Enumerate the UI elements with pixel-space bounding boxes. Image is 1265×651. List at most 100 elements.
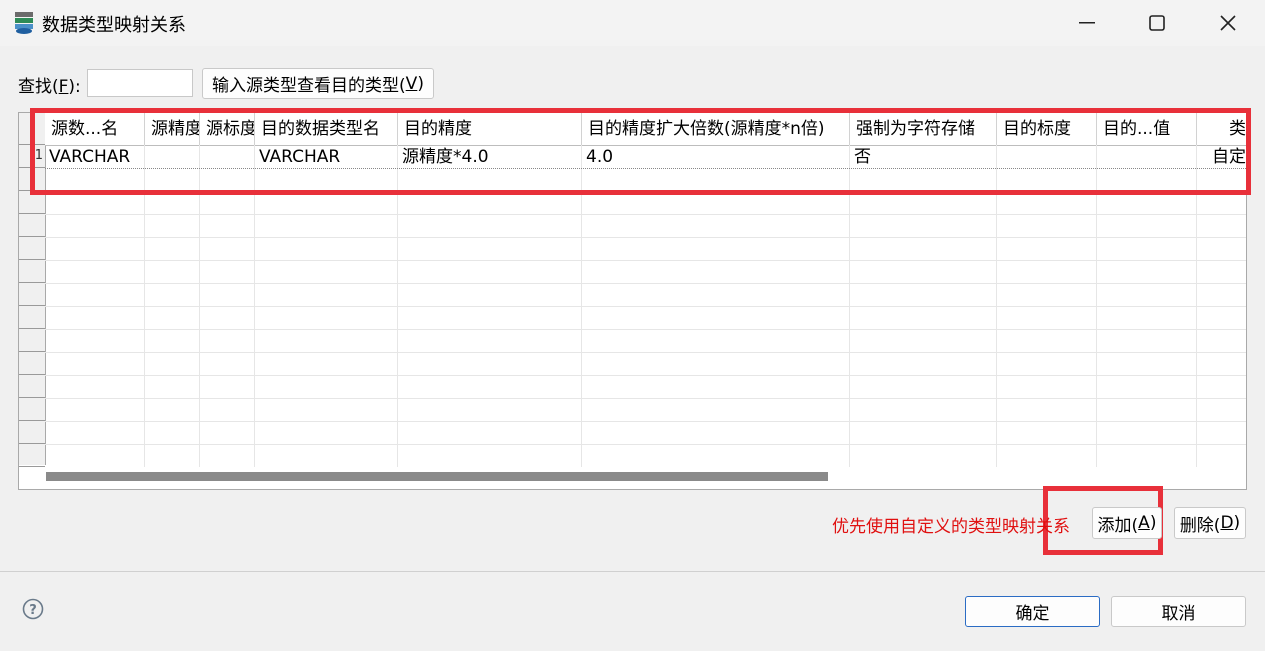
table-cell[interactable] — [255, 352, 398, 375]
table-cell[interactable] — [582, 306, 850, 329]
table-cell[interactable] — [45, 237, 145, 260]
table-cell[interactable] — [255, 214, 398, 237]
table-cell[interactable] — [850, 352, 997, 375]
row-handle[interactable] — [19, 283, 45, 306]
table-row[interactable] — [45, 237, 1246, 261]
table-cell[interactable] — [145, 306, 200, 329]
table-cell[interactable] — [582, 237, 850, 260]
table-cell[interactable] — [45, 398, 145, 421]
table-cell[interactable] — [398, 237, 582, 260]
table-cell[interactable] — [1197, 283, 1246, 306]
table-cell[interactable] — [582, 214, 850, 237]
table-cell[interactable] — [582, 329, 850, 352]
table-cell[interactable] — [255, 306, 398, 329]
table-cell[interactable] — [200, 306, 255, 329]
minimize-button[interactable] — [1052, 0, 1122, 46]
table-cell[interactable] — [1197, 375, 1246, 398]
table-cell[interactable] — [1097, 260, 1197, 283]
table-cell[interactable] — [582, 421, 850, 444]
table-cell[interactable] — [398, 398, 582, 421]
table-cell[interactable] — [850, 260, 997, 283]
table-cell[interactable] — [45, 352, 145, 375]
table-cell[interactable] — [582, 352, 850, 375]
maximize-button[interactable] — [1122, 0, 1192, 46]
table-cell[interactable] — [850, 329, 997, 352]
add-button[interactable]: 添加(A) — [1092, 507, 1162, 539]
table-cell[interactable] — [145, 444, 200, 467]
table-cell[interactable] — [1097, 398, 1197, 421]
row-handle[interactable] — [19, 306, 45, 329]
search-input[interactable] — [87, 69, 193, 97]
table-cell[interactable] — [45, 375, 145, 398]
table-cell[interactable] — [997, 260, 1097, 283]
table-cell[interactable] — [582, 444, 850, 467]
table-cell[interactable] — [850, 421, 997, 444]
table-cell[interactable] — [1197, 421, 1246, 444]
table-cell[interactable] — [850, 375, 997, 398]
table-cell[interactable] — [1097, 444, 1197, 467]
lookup-target-type-button[interactable]: 输入源类型查看目的类型(V) — [202, 68, 434, 99]
table-cell[interactable] — [398, 444, 582, 467]
row-handle[interactable] — [19, 398, 45, 421]
table-cell[interactable] — [255, 260, 398, 283]
close-button[interactable] — [1193, 0, 1263, 46]
table-cell[interactable] — [398, 283, 582, 306]
table-cell[interactable] — [255, 398, 398, 421]
table-cell[interactable] — [1097, 375, 1197, 398]
table-cell[interactable] — [1197, 306, 1246, 329]
table-row[interactable] — [45, 444, 1246, 468]
table-cell[interactable] — [255, 444, 398, 467]
table-cell[interactable] — [1097, 352, 1197, 375]
table-cell[interactable] — [398, 352, 582, 375]
table-cell[interactable] — [255, 375, 398, 398]
table-cell[interactable] — [398, 214, 582, 237]
scrollbar-thumb[interactable] — [46, 472, 828, 481]
table-cell[interactable] — [200, 375, 255, 398]
table-row[interactable] — [45, 398, 1246, 422]
table-cell[interactable] — [45, 329, 145, 352]
table-cell[interactable] — [398, 260, 582, 283]
table-cell[interactable] — [1097, 421, 1197, 444]
table-cell[interactable] — [398, 306, 582, 329]
table-cell[interactable] — [997, 444, 1097, 467]
delete-button[interactable]: 删除(D) — [1174, 507, 1246, 539]
row-handle[interactable] — [19, 214, 45, 237]
table-cell[interactable] — [398, 329, 582, 352]
table-row[interactable] — [45, 329, 1246, 353]
table-cell[interactable] — [850, 283, 997, 306]
table-cell[interactable] — [850, 214, 997, 237]
table-cell[interactable] — [200, 283, 255, 306]
table-cell[interactable] — [850, 237, 997, 260]
table-cell[interactable] — [850, 444, 997, 467]
table-cell[interactable] — [145, 260, 200, 283]
table-row[interactable] — [45, 421, 1246, 445]
table-cell[interactable] — [1097, 306, 1197, 329]
table-cell[interactable] — [1197, 352, 1246, 375]
row-handle[interactable] — [19, 352, 45, 375]
table-row[interactable] — [45, 260, 1246, 284]
table-cell[interactable] — [582, 260, 850, 283]
table-cell[interactable] — [997, 283, 1097, 306]
table-cell[interactable] — [145, 421, 200, 444]
table-cell[interactable] — [200, 398, 255, 421]
table-cell[interactable] — [1197, 214, 1246, 237]
table-cell[interactable] — [997, 329, 1097, 352]
table-cell[interactable] — [200, 444, 255, 467]
table-cell[interactable] — [997, 375, 1097, 398]
table-cell[interactable] — [1197, 237, 1246, 260]
table-cell[interactable] — [1097, 283, 1197, 306]
row-handle[interactable] — [19, 375, 45, 398]
row-handle[interactable] — [19, 237, 45, 260]
help-icon[interactable]: ? — [22, 598, 44, 620]
table-cell[interactable] — [582, 398, 850, 421]
table-cell[interactable] — [200, 214, 255, 237]
table-cell[interactable] — [997, 306, 1097, 329]
table-cell[interactable] — [1197, 260, 1246, 283]
table-cell[interactable] — [255, 421, 398, 444]
row-handle[interactable] — [19, 260, 45, 283]
table-cell[interactable] — [255, 237, 398, 260]
table-row[interactable] — [45, 283, 1246, 307]
table-cell[interactable] — [145, 329, 200, 352]
table-cell[interactable] — [1197, 329, 1246, 352]
table-cell[interactable] — [1197, 444, 1246, 467]
